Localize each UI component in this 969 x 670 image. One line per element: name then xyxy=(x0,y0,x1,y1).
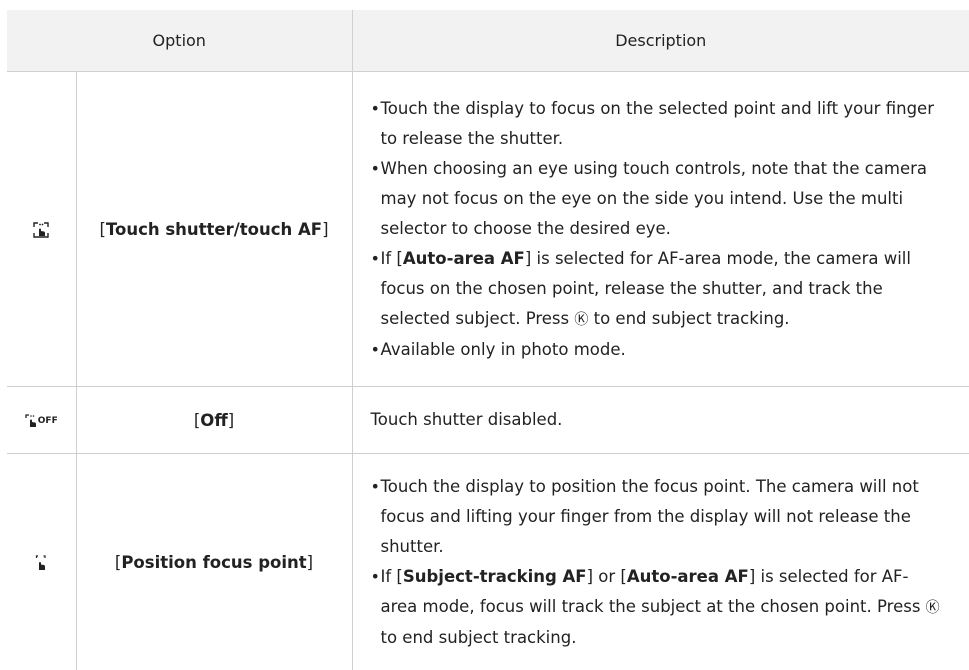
list-item: Available only in photo mode. xyxy=(371,335,942,365)
option-label: Touch shutter/touch AF xyxy=(106,220,322,239)
list-item: Touch the display to position the focus … xyxy=(371,472,942,562)
list-item: Touch the display to focus on the select… xyxy=(371,94,942,154)
description-cell: Touch shutter disabled. xyxy=(352,387,969,454)
bullet-list: Touch the display to position the focus … xyxy=(371,472,942,653)
list-item: If [Subject-tracking AF] or [Auto-area A… xyxy=(371,562,942,653)
option-label: Position focus point xyxy=(121,553,306,572)
table-row: OFF [Off] Touch shutter disabled. xyxy=(7,387,969,454)
header-option: Option xyxy=(7,10,352,72)
position-focus-point-icon xyxy=(35,555,47,571)
description-cell: Touch the display to position the focus … xyxy=(352,454,969,670)
ok-button-icon: Ⓚ xyxy=(574,312,588,328)
list-item: If [Auto-area AF] is selected for AF-are… xyxy=(371,244,942,335)
description-text: Touch shutter disabled. xyxy=(371,405,942,435)
off-label: OFF xyxy=(38,416,58,426)
option-cell: [Position focus point] xyxy=(76,454,352,670)
table-row: [Touch shutter/touch AF] Touch the displ… xyxy=(7,72,969,387)
icon-cell: OFF xyxy=(7,387,76,454)
header-description: Description xyxy=(352,10,969,72)
icon-cell xyxy=(7,72,76,387)
table-header-row: Option Description xyxy=(7,10,969,72)
bullet-list: Touch the display to focus on the select… xyxy=(371,94,942,365)
list-item: When choosing an eye using touch control… xyxy=(371,154,942,244)
touch-shutter-off-icon xyxy=(25,414,37,428)
ok-button-icon: Ⓚ xyxy=(926,600,940,616)
touch-shutter-icon xyxy=(33,222,49,238)
icon-cell xyxy=(7,454,76,670)
table-row: [Position focus point] Touch the display… xyxy=(7,454,969,670)
option-cell: [Off] xyxy=(76,387,352,454)
description-cell: Touch the display to focus on the select… xyxy=(352,72,969,387)
touch-controls-table: Option Description [Touch shutter/touch … xyxy=(7,10,969,670)
option-label: Off xyxy=(200,411,227,430)
option-cell: [Touch shutter/touch AF] xyxy=(76,72,352,387)
